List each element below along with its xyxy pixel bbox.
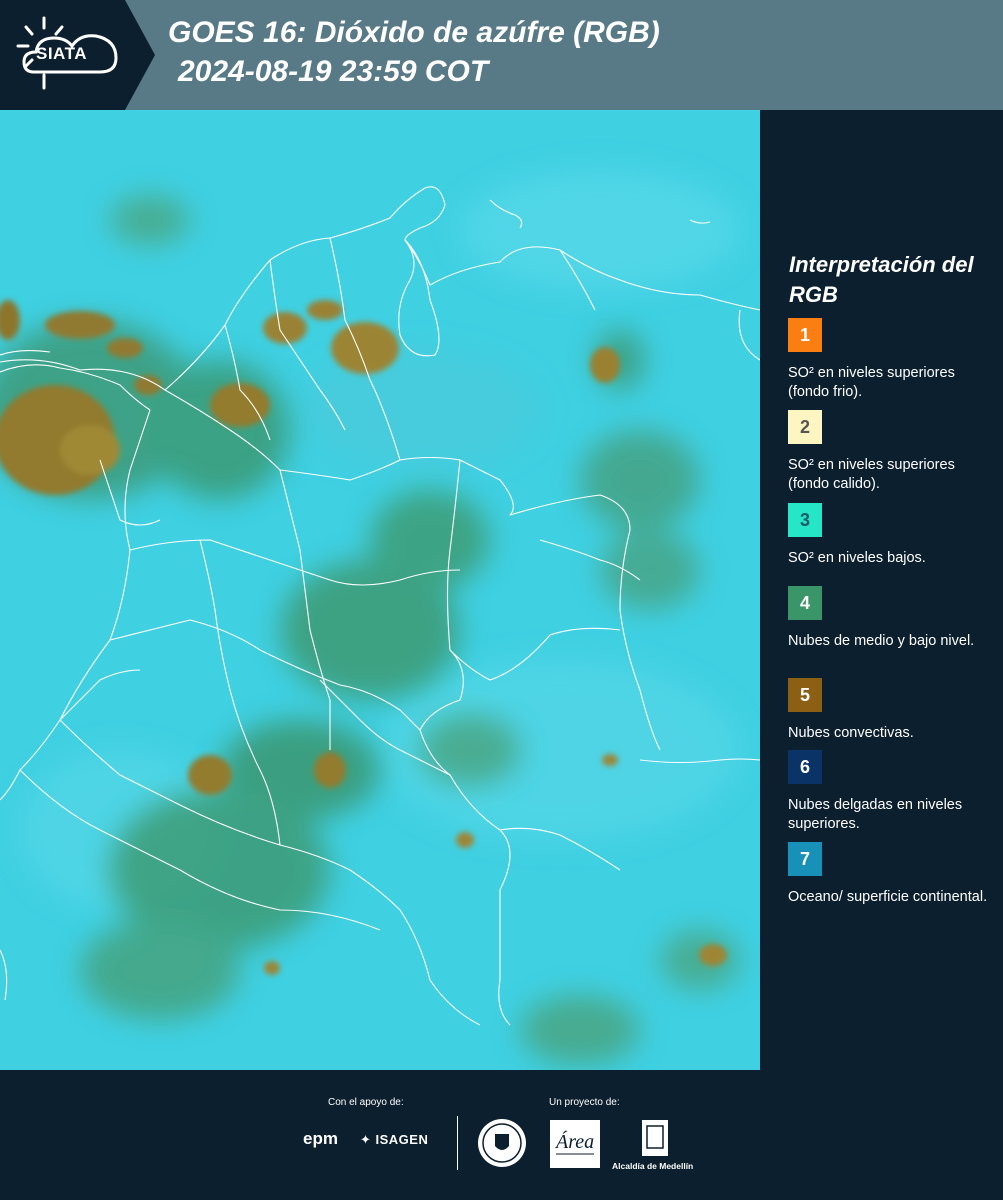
timestamp: 2024-08-19 23:59 COT (178, 55, 489, 88)
seal-icon (478, 1119, 526, 1167)
area-logo-text: Área (554, 1130, 594, 1153)
alcaldia-crest-icon (642, 1120, 668, 1156)
legend-label: Nubes de medio y bajo nivel. (788, 633, 975, 649)
legend-swatch: 7 (788, 842, 822, 876)
legend-swatch: 3 (788, 503, 822, 537)
legend-label: SO² en niveles superiores (fondo calido)… (788, 457, 955, 492)
siata-logo: SIATA (0, 0, 155, 110)
legend-item-4: 4 Nubes de medio y bajo nivel. (788, 586, 988, 651)
legend-item-1: 1 SO² en niveles superiores (fondo frio). (788, 318, 988, 402)
legend-item-6: 6 Nubes delgadas en niveles superiores. (788, 750, 988, 834)
legend-label: SO² en niveles superiores (fondo frio). (788, 365, 955, 400)
legend-label: Nubes convectivas. (788, 725, 914, 741)
header-bar: SIATA GOES 16: Dióxido de azúfre (RGB) 2… (0, 0, 1003, 110)
legend-item-5: 5 Nubes convectivas. (788, 678, 988, 743)
legend-panel: Interpretación del RGB 1 SO² en niveles s… (760, 110, 1003, 1070)
map-canvas (0, 110, 760, 1070)
epm-logo: epm (303, 1129, 338, 1148)
legend-item-2: 2 SO² en niveles superiores (fondo calido… (788, 410, 988, 494)
legend-swatch: 6 (788, 750, 822, 784)
footer-divider (457, 1116, 458, 1170)
isagen-icon: ✦ (360, 1132, 376, 1147)
legend-label: Nubes delgadas en niveles superiores. (788, 797, 963, 832)
legend-item-3: 3 SO² en niveles bajos. (788, 503, 988, 568)
alcaldia-label: Alcaldía de Medellín (612, 1161, 694, 1171)
legend-swatch: 5 (788, 678, 822, 712)
satellite-map (0, 110, 760, 1070)
legend-swatch: 4 (788, 586, 822, 620)
legend-label: SO² en niveles bajos. (788, 550, 926, 566)
support-label: Con el apoyo de: (328, 1097, 404, 1108)
project-label: Un proyecto de: (549, 1097, 620, 1108)
isagen-label: ISAGEN (375, 1132, 429, 1147)
legend-label: Oceano/ superficie continental. (788, 889, 988, 905)
legend-swatch: 1 (788, 318, 822, 352)
legend-title: Interpretación del RGB (789, 252, 974, 307)
isagen-logo: ✦ ISAGEN (360, 1132, 428, 1148)
legend-swatch: 2 (788, 410, 822, 444)
logo-text: SIATA (36, 44, 87, 63)
area-metropolitana-logo: Área (550, 1120, 600, 1168)
footer: Con el apoyo de: epm ✦ ISAGEN Un proyect… (0, 1070, 1003, 1200)
page-title: GOES 16: Dióxido de azúfre (RGB) (168, 16, 660, 49)
legend-item-7: 7 Oceano/ superficie continental. (788, 842, 988, 907)
